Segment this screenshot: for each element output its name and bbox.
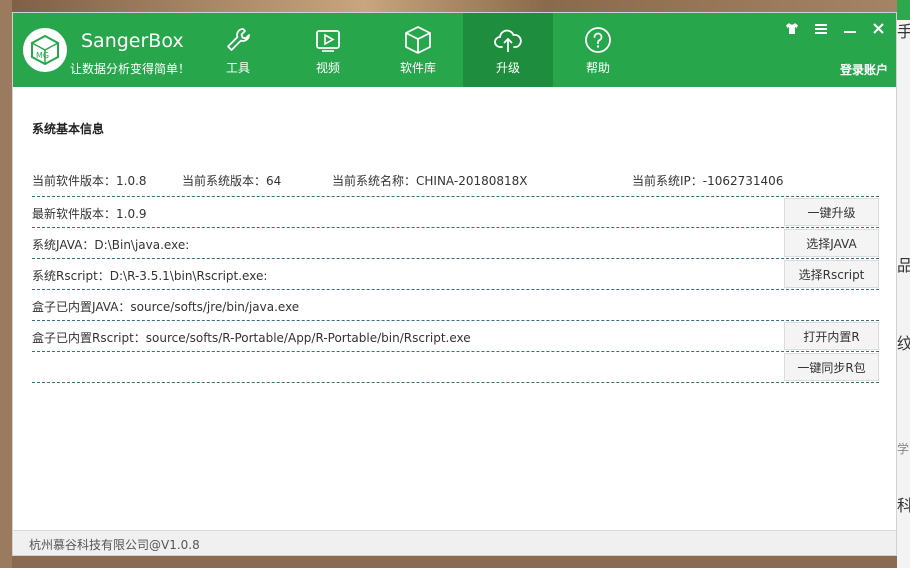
nav-software-library[interactable]: 软件库 [373,13,463,87]
background-text: 科 [897,496,910,515]
login-link[interactable]: 登录账户 [840,61,888,78]
select-rscript-button[interactable]: 选择Rscript [784,260,879,288]
system-bits: 当前系统版本：64 [182,174,282,188]
system-name: 当前系统名称：CHINA-20180818X [332,174,528,188]
list-item: 盒子已内置JAVA：source/softs/jre/bin/java.exe [32,290,879,321]
logo-cube-icon: MG [31,34,59,66]
nav-label: 工具 [225,61,250,75]
cloud-upload-icon [493,25,523,55]
shirt-icon[interactable] [782,19,801,38]
section-title: 系统基本信息 [32,122,105,136]
select-java-button[interactable]: 选择JAVA [784,229,879,257]
list-item: 系统Rscript：D:\R-3.5.1\bin\Rscript.exe: 选择… [32,259,879,290]
nav-upgrade[interactable]: 升级 [463,13,553,87]
system-java-text: 系统JAVA：D:\Bin\java.exe: [32,238,190,252]
nav-video[interactable]: 视频 [283,13,373,87]
nav-label: 软件库 [399,61,436,75]
list-item: 一键同步R包 [32,352,879,383]
background-text: 纹 [897,334,910,353]
desktop-background-top [0,0,910,12]
background-text: 手 [897,22,910,41]
background-window-edge: 手 品 纹 学 科 [897,0,910,568]
logo-text: MG [36,51,49,60]
latest-version-text: 最新软件版本：1.0.9 [32,207,147,221]
app-slogan: 让数据分析变得简单！ [70,62,191,76]
nav-label: 视频 [315,61,340,75]
nav-label: 升级 [495,61,520,75]
background-green-bar [897,0,910,20]
system-info-row: 当前软件版本：1.0.8 当前系统版本：64 当前系统名称：CHINA-2018… [32,172,879,197]
close-icon[interactable] [869,19,888,38]
sync-r-packages-button[interactable]: 一键同步R包 [784,353,879,381]
builtin-java-text: 盒子已内置JAVA：source/softs/jre/bin/java.exe [32,300,300,314]
background-text: 学 [897,442,910,456]
status-bar: 杭州慕谷科技有限公司@V1.0.8 [13,530,896,555]
builtin-rscript-text: 盒子已内置Rscript：source/softs/R-Portable/App… [32,331,471,345]
settings-list: 最新软件版本：1.0.9 一键升级 系统JAVA：D:\Bin\java.exe… [32,197,879,383]
footer-text: 杭州慕谷科技有限公司@V1.0.8 [29,538,200,552]
software-version: 当前软件版本：1.0.8 [32,174,147,188]
background-text: 品 [897,256,910,275]
app-name: SangerBox [81,30,184,52]
list-item: 最新软件版本：1.0.9 一键升级 [32,197,879,228]
minimize-icon[interactable] [840,19,859,38]
window-controls [782,19,888,38]
main-nav: 工具 视频 软件库 升级 帮助 [193,13,643,87]
app-window: MG SangerBox 让数据分析变得简单！ 工具 视频 软件库 升级 帮助 … [12,12,897,556]
list-item: 系统JAVA：D:\Bin\java.exe: 选择JAVA [32,228,879,259]
upgrade-button[interactable]: 一键升级 [784,198,879,226]
nav-tools[interactable]: 工具 [193,13,283,87]
system-rscript-text: 系统Rscript：D:\R-3.5.1\bin\Rscript.exe: [32,269,268,283]
package-icon [403,25,433,55]
wrench-icon [223,25,253,55]
system-ip: 当前系统IP：-1062731406 [632,174,784,188]
header-bar: MG SangerBox 让数据分析变得简单！ 工具 视频 软件库 升级 帮助 … [13,13,896,87]
nav-label: 帮助 [585,61,610,75]
menu-icon[interactable] [811,19,830,38]
help-icon [583,25,613,55]
nav-help[interactable]: 帮助 [553,13,643,87]
list-item: 盒子已内置Rscript：source/softs/R-Portable/App… [32,321,879,352]
desktop-background-left [0,0,12,568]
open-builtin-r-button[interactable]: 打开内置R [784,322,879,350]
app-logo: MG [23,28,67,72]
video-icon [313,25,343,55]
